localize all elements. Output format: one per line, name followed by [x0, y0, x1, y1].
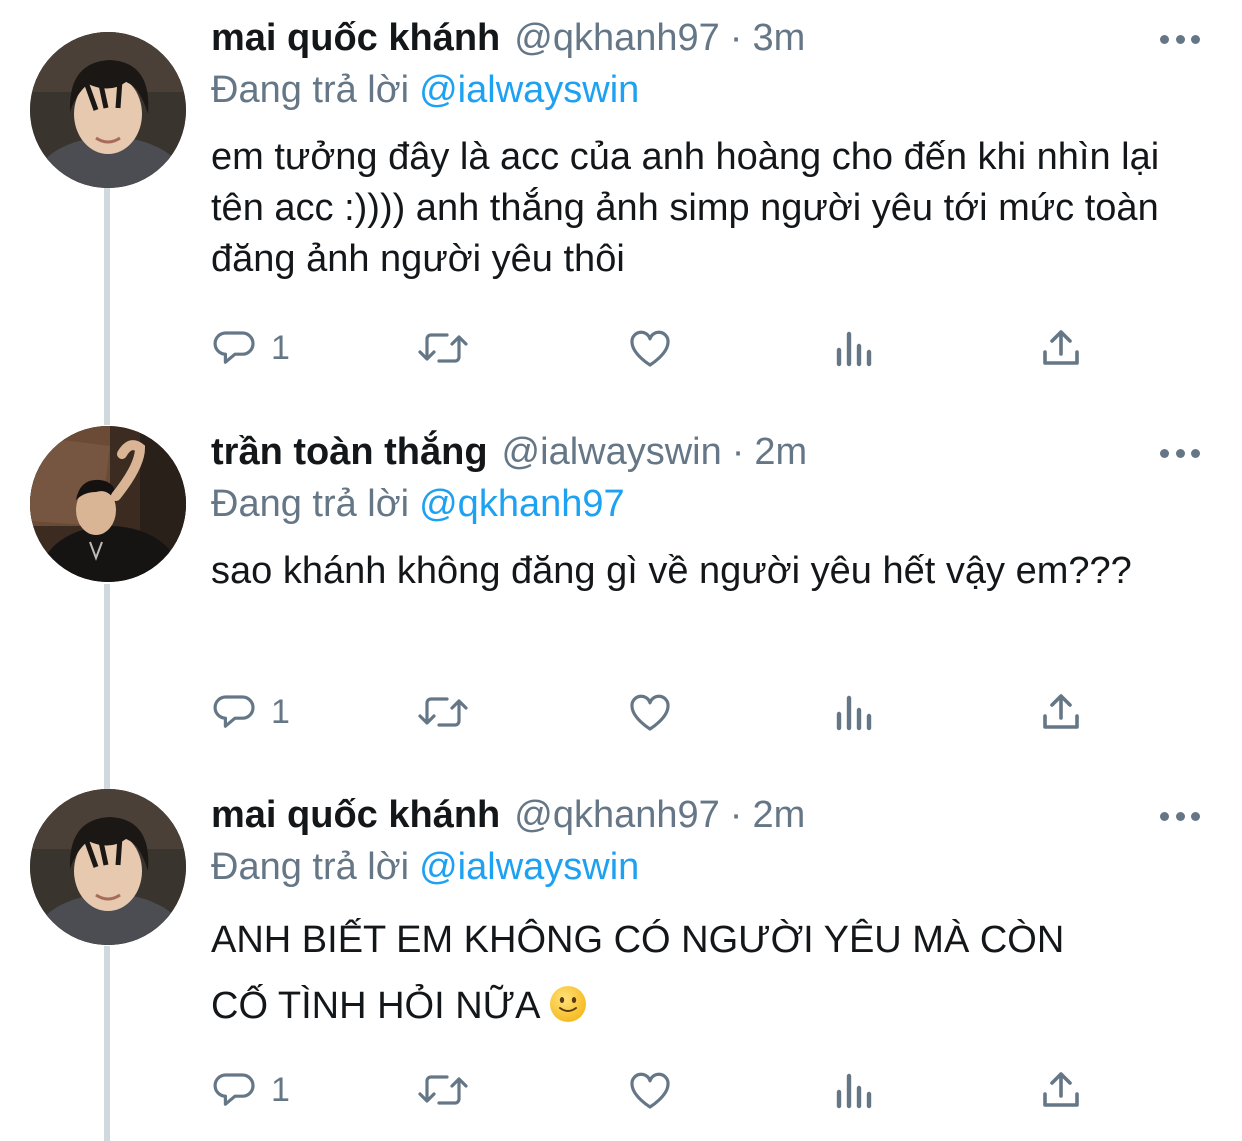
replying-to: Đang trả lời @ialwayswin [211, 841, 639, 893]
tweet-actions: 1 [211, 1065, 1111, 1115]
tweet-header: mai quốc khánh @qkhanh97 · 3m [211, 12, 805, 64]
timestamp[interactable]: 2m [752, 789, 805, 841]
replying-to-label: Đang trả lời [211, 69, 410, 111]
tweet-actions: 1 [211, 323, 1111, 373]
replying-to-label: Đang trả lời [211, 846, 410, 888]
tweet[interactable]: mai quốc khánh @qkhanh97 · 3m Đang trả l… [0, 12, 1242, 392]
avatar-thang-image [30, 426, 186, 582]
heart-icon [630, 1072, 670, 1109]
display-name[interactable]: mai quốc khánh [211, 789, 500, 841]
analytics-icon [836, 1073, 872, 1109]
reply-count: 1 [271, 693, 290, 731]
avatar-khanh-image [30, 32, 186, 188]
slightly-smiling-face-icon [550, 986, 587, 1022]
replying-to: Đang trả lời @qkhanh97 [211, 478, 625, 530]
retweet-icon [418, 1075, 468, 1105]
retweet-button[interactable] [413, 323, 473, 373]
avatar[interactable] [30, 426, 186, 582]
share-button[interactable] [1037, 687, 1085, 737]
more-options-icon[interactable] [1160, 438, 1200, 468]
timestamp[interactable]: 3m [752, 12, 805, 64]
timestamp[interactable]: 2m [754, 426, 807, 478]
tweet-text: sao khánh không đăng gì về người yêu hết… [211, 550, 1132, 592]
tweet[interactable]: trần toàn thắng @ialwayswin · 2m Đang tr… [0, 426, 1242, 756]
tweet[interactable]: mai quốc khánh @qkhanh97 · 2m Đang trả l… [0, 789, 1242, 1141]
replying-to: Đang trả lời @ialwayswin [211, 64, 639, 116]
tweet-text: em tưởng đây là acc của anh hoàng cho đế… [211, 136, 1160, 280]
reply-button[interactable]: 1 [211, 1065, 290, 1115]
share-button[interactable] [1037, 1065, 1085, 1115]
user-handle[interactable]: @qkhanh97 [514, 789, 720, 841]
separator-dot: · [729, 17, 743, 59]
reply-count: 1 [271, 1071, 290, 1109]
analytics-button[interactable] [831, 323, 879, 373]
retweet-icon [418, 697, 468, 727]
heart-icon [630, 694, 670, 731]
reply-to-mention[interactable]: @qkhanh97 [419, 483, 625, 525]
user-handle[interactable]: @ialwayswin [502, 426, 722, 478]
share-icon [1043, 694, 1079, 729]
separator-dot: · [729, 794, 743, 836]
replying-to-label: Đang trả lời [211, 483, 410, 525]
avatar[interactable] [30, 32, 186, 188]
heart-icon [630, 330, 670, 367]
reply-button[interactable]: 1 [211, 323, 290, 373]
retweet-button[interactable] [413, 1065, 473, 1115]
tweet-header: mai quốc khánh @qkhanh97 · 2m [211, 789, 805, 841]
tweet-text-fragment: CỐ TÌNH HỎI NỮA [211, 985, 541, 1027]
retweet-icon [418, 333, 468, 363]
reply-icon [213, 695, 255, 728]
tweet-header: trần toàn thắng @ialwayswin · 2m [211, 426, 807, 478]
like-button[interactable] [625, 1065, 675, 1115]
tweet-text-line: CỐ TÌNH HỎI NỮA [211, 973, 1171, 1039]
tweet-text: ANH BIẾT EM KHÔNG CÓ NGƯỜI YÊU MÀ CÒN CỐ… [211, 907, 1171, 1039]
separator-dot: · [731, 431, 745, 473]
tweet-text-line: ANH BIẾT EM KHÔNG CÓ NGƯỜI YÊU MÀ CÒN [211, 919, 1065, 961]
analytics-button[interactable] [831, 687, 879, 737]
reply-icon [213, 331, 255, 364]
tweet-actions: 1 [211, 687, 1111, 737]
share-icon [1043, 1072, 1079, 1107]
reply-to-mention[interactable]: @ialwayswin [419, 846, 639, 888]
like-button[interactable] [625, 323, 675, 373]
display-name[interactable]: trần toàn thắng [211, 426, 488, 478]
more-options-icon[interactable] [1160, 24, 1200, 54]
analytics-button[interactable] [831, 1065, 879, 1115]
reply-icon [213, 1073, 255, 1106]
reply-to-mention[interactable]: @ialwayswin [419, 69, 639, 111]
reply-button[interactable]: 1 [211, 687, 290, 737]
retweet-button[interactable] [413, 687, 473, 737]
avatar[interactable] [30, 789, 186, 945]
user-handle[interactable]: @qkhanh97 [514, 12, 720, 64]
avatar-khanh-image [30, 789, 186, 945]
analytics-icon [836, 695, 872, 731]
more-options-icon[interactable] [1160, 801, 1200, 831]
reply-count: 1 [271, 329, 290, 367]
share-button[interactable] [1037, 323, 1085, 373]
share-icon [1043, 330, 1079, 365]
display-name[interactable]: mai quốc khánh [211, 12, 500, 64]
analytics-icon [836, 331, 872, 367]
like-button[interactable] [625, 687, 675, 737]
